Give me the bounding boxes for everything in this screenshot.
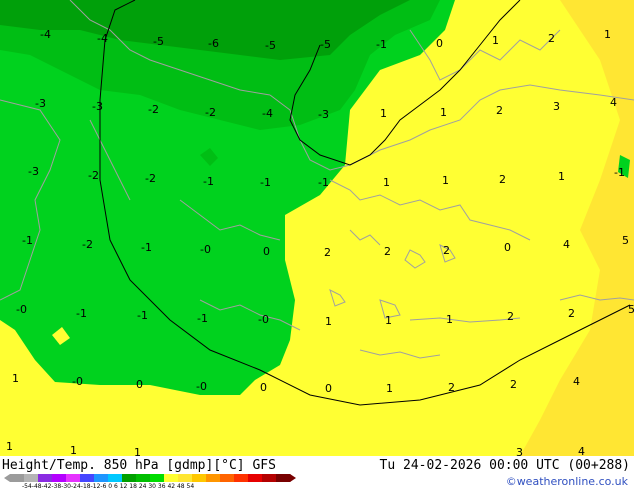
temperature-label: 1 — [492, 34, 499, 47]
temperature-label: 5 — [622, 234, 629, 247]
temperature-label: 1 — [442, 174, 449, 187]
scale-swatch — [220, 474, 235, 482]
temperature-label: 2 — [448, 381, 455, 394]
scale-swatch — [24, 474, 39, 482]
temperature-label: 3 — [553, 100, 560, 113]
temperature-label: -2 — [145, 172, 156, 185]
temperature-label: 3 — [516, 446, 523, 456]
temperature-label: 0 — [260, 381, 267, 394]
scale-swatch — [136, 474, 151, 482]
map-timestamp: Tu 24-02-2026 00:00 UTC (00+288) — [379, 458, 630, 473]
scale-swatch — [262, 474, 277, 482]
temperature-label: 2 — [499, 173, 506, 186]
temperature-label: -1 — [203, 175, 214, 188]
scale-swatch — [122, 474, 137, 482]
temperature-label: 0 — [263, 245, 270, 258]
temperature-label: -3 — [92, 100, 103, 113]
temperature-label: 1 — [604, 28, 611, 41]
temperature-label: 1 — [380, 107, 387, 120]
temperature-label: 1 — [134, 446, 141, 456]
temperature-label: 0 — [504, 241, 511, 254]
temperature-label: 4 — [573, 375, 580, 388]
temperature-label: 2 — [384, 245, 391, 258]
temperature-label: -0 — [196, 380, 207, 393]
weather-map-frame: -4 -4 -5 -6 -5 -5 -1 0 1 2 1 -3 -3 -2 -2 -4 -3 1 1 2 3 4 -3 -2 -… — [0, 0, 634, 490]
temperature-label: -1 — [137, 309, 148, 322]
temperature-label: 1 — [385, 314, 392, 327]
temperature-label: 2 — [507, 310, 514, 323]
temperature-label: -0 — [258, 313, 269, 326]
temperature-label: 5 — [628, 303, 634, 316]
scale-arrow-left — [4, 474, 10, 482]
scale-swatch — [38, 474, 53, 482]
scale-swatch — [164, 474, 179, 482]
temperature-label: -5 — [265, 39, 276, 52]
scale-swatch — [178, 474, 193, 482]
temperature-label: 4 — [578, 445, 585, 456]
temperature-label: -6 — [208, 37, 219, 50]
temperature-label: 2 — [548, 32, 555, 45]
scale-arrow-right — [290, 474, 296, 482]
temperature-label: 1 — [325, 315, 332, 328]
temperature-label: 1 — [440, 106, 447, 119]
temperature-label: -0 — [200, 243, 211, 256]
temperature-label: -0 — [72, 375, 83, 388]
scale-swatch — [234, 474, 249, 482]
temperature-label: -2 — [82, 238, 93, 251]
scale-swatch — [52, 474, 67, 482]
temperature-label: -4 — [40, 28, 51, 41]
temperature-label: -1 — [141, 241, 152, 254]
scale-swatch — [108, 474, 123, 482]
temperature-label: 2 — [443, 244, 450, 257]
temperature-label: 4 — [610, 96, 617, 109]
temperature-label: 1 — [70, 444, 77, 456]
temperature-label: -1 — [318, 176, 329, 189]
temperature-label: -1 — [614, 166, 625, 179]
scale-tick-labels: -54-48-42-38-30-24-18-12-6 0 6 12 18 24 … — [22, 483, 195, 490]
temperature-label: 0 — [136, 378, 143, 391]
temperature-label: -2 — [88, 169, 99, 182]
temperature-label: -5 — [320, 38, 331, 51]
scale-swatch — [10, 474, 25, 482]
temperature-label: -4 — [97, 32, 108, 45]
scale-swatch — [192, 474, 207, 482]
temperature-label: -4 — [262, 107, 273, 120]
temperature-label: -2 — [205, 106, 216, 119]
temperature-label: 1 — [446, 313, 453, 326]
temperature-label: -3 — [318, 108, 329, 121]
temperature-label: -1 — [197, 312, 208, 325]
temperature-label: -1 — [76, 307, 87, 320]
temperature-label: 1 — [12, 372, 19, 385]
temperature-label: -0 — [16, 303, 27, 316]
scale-swatch — [206, 474, 221, 482]
temperature-label: 0 — [325, 382, 332, 395]
temperature-label: 2 — [510, 378, 517, 391]
temperature-label: -3 — [35, 97, 46, 110]
temperature-label: 1 — [558, 170, 565, 183]
temperature-label: 1 — [386, 382, 393, 395]
temperature-label: 0 — [436, 37, 443, 50]
temperature-label: -2 — [148, 103, 159, 116]
temperature-label: 2 — [496, 104, 503, 117]
scale-swatch — [80, 474, 95, 482]
map-canvas: -4 -4 -5 -6 -5 -5 -1 0 1 2 1 -3 -3 -2 -2 -4 -3 1 1 2 3 4 -3 -2 -… — [0, 0, 634, 456]
temperature-label: 2 — [568, 307, 575, 320]
scale-swatch — [66, 474, 81, 482]
temperature-label: -1 — [376, 38, 387, 51]
map-title: Height/Temp. 850 hPa [gdmp][°C] GFS — [2, 458, 276, 473]
temperature-label: 4 — [563, 238, 570, 251]
credit-link[interactable]: ©weatheronline.co.uk — [506, 475, 628, 488]
scale-swatch — [248, 474, 263, 482]
temperature-label: -3 — [28, 165, 39, 178]
scale-swatch — [276, 474, 291, 482]
temperature-label: -1 — [260, 176, 271, 189]
temperature-label: 1 — [383, 176, 390, 189]
temperature-label: -1 — [22, 234, 33, 247]
scale-swatch — [150, 474, 165, 482]
temperature-label: 2 — [324, 246, 331, 259]
scale-swatch — [94, 474, 109, 482]
temperature-label: -5 — [153, 35, 164, 48]
temperature-label: 1 — [6, 440, 13, 453]
